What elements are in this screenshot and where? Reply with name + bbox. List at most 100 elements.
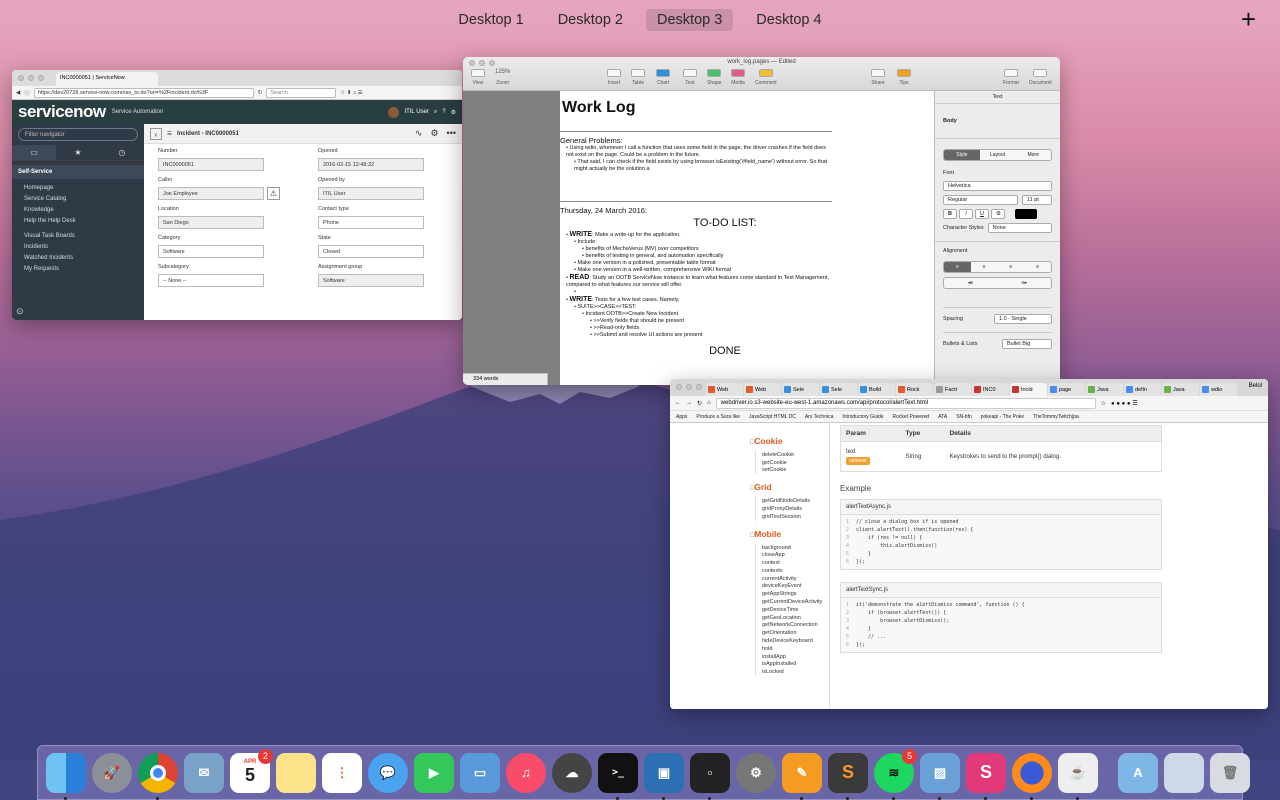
browser-tab[interactable]: page — [1048, 383, 1085, 396]
api-link[interactable]: hideDeviceKeyboard — [762, 637, 829, 645]
tab-style[interactable]: Style — [944, 150, 980, 160]
browser-tab[interactable]: Build — [858, 383, 895, 396]
align-center-icon[interactable]: ≡ — [970, 262, 998, 272]
bookmark[interactable]: TheTommyTwitch|pa — [1033, 414, 1079, 420]
contact-type-select[interactable]: Phone — [318, 216, 424, 229]
filter-navigator-input[interactable]: Filter navigator — [18, 128, 138, 141]
subcategory-select[interactable]: -- None -- — [158, 274, 264, 287]
servicenow-logo[interactable]: servicenow — [18, 102, 106, 122]
section-cookie[interactable]: Cookie — [750, 436, 829, 446]
back-button[interactable]: ‹ — [150, 127, 162, 140]
api-link[interactable]: deviceKeyEvent — [762, 583, 829, 591]
font-size-field[interactable]: 11 pt — [1022, 195, 1052, 205]
browser-tab[interactable]: Sele — [820, 383, 857, 396]
align-justify-icon[interactable]: ≡ — [1024, 262, 1051, 272]
api-link[interactable]: getCurrentDeviceActivity — [762, 598, 829, 606]
bookmark[interactable]: Ars Technica — [805, 414, 834, 420]
java-icon[interactable]: ☕ — [1058, 752, 1098, 800]
font-select[interactable]: Helvetica — [943, 181, 1052, 191]
calendar-icon[interactable]: APR 5 2 — [230, 748, 273, 793]
help-icon[interactable]: ? — [442, 109, 445, 115]
inspector-tab-text[interactable]: Text — [935, 91, 1060, 104]
user-menu[interactable]: ITIL User ⌕ ? ⚙ — [388, 106, 456, 118]
nav-item-my-requests[interactable]: My Requests — [12, 263, 144, 274]
desktop-1-tab[interactable]: Desktop 1 — [447, 9, 534, 31]
nav-item-watched-incidents[interactable]: Watched Incidents — [12, 252, 144, 263]
state-select[interactable]: Closed — [318, 245, 424, 258]
nav-item-homepage[interactable]: Homepage — [12, 182, 144, 193]
indent-icon[interactable]: ≡▸ — [997, 278, 1051, 288]
italic-button[interactable]: I — [959, 209, 973, 219]
tableflip-icon[interactable]: ▫ — [690, 752, 730, 800]
api-link[interactable]: gridTestSession — [762, 513, 829, 521]
underline-button[interactable]: U — [975, 209, 989, 219]
reminders-icon[interactable]: ⋮ — [322, 752, 362, 793]
notes-icon[interactable] — [276, 752, 316, 793]
favorites-icon[interactable]: ★ — [56, 145, 100, 160]
pages-window[interactable]: work_log.pages — Edited View 125% Zoom In… — [463, 57, 1060, 385]
api-link[interactable]: getAppStrings — [762, 590, 829, 598]
paragraph-style[interactable]: Body — [935, 104, 1060, 139]
system-preferences-icon[interactable]: ⚙ — [736, 752, 776, 793]
search-input[interactable]: Search — [266, 87, 337, 98]
font-weight-select[interactable]: Regular — [943, 195, 1018, 205]
search-icon[interactable]: ⌕ — [434, 109, 437, 116]
api-link[interactable]: closeApp — [762, 551, 829, 559]
home-icon[interactable]: ⌂ — [707, 400, 711, 406]
insert-button[interactable]: Insert — [607, 69, 621, 86]
desktop-3-tab[interactable]: Desktop 3 — [646, 9, 734, 31]
api-link[interactable]: isLocked — [762, 668, 829, 676]
window-controls[interactable] — [676, 384, 702, 390]
desktop-2-tab[interactable]: Desktop 2 — [547, 9, 634, 31]
bookmark[interactable]: SN-bfn — [956, 414, 972, 420]
nav-item-visual-task-boards[interactable]: Visual Task Boards — [12, 230, 144, 241]
outdent-icon[interactable]: ◂≡ — [944, 278, 998, 288]
browser-tab[interactable]: wdio — [1200, 383, 1237, 396]
nav-section-self-service[interactable]: Self-Service — [12, 165, 144, 179]
bullets-select[interactable]: Bullet Big — [1002, 339, 1052, 349]
more-icon[interactable]: ••• — [447, 128, 456, 139]
nav-item-incidents[interactable]: Incidents — [12, 241, 144, 252]
bullets-label[interactable]: Bullets & Lists — [943, 341, 978, 347]
star-icon[interactable]: ☆ — [1101, 400, 1106, 407]
api-link[interactable]: deleteCookie — [762, 451, 829, 459]
launchpad-icon[interactable]: 🚀 — [92, 752, 132, 793]
text-color-swatch[interactable] — [1015, 209, 1037, 219]
browser-tab[interactable]: Rock — [896, 383, 933, 396]
document-button[interactable]: Document — [1029, 69, 1052, 86]
trash-icon[interactable]: 🗑 — [1210, 752, 1250, 793]
browser-tab[interactable]: Java — [1086, 383, 1123, 396]
bookmark[interactable]: JavaScript HTML DC — [749, 414, 796, 420]
preview-icon[interactable]: ▨ — [920, 752, 960, 800]
zoom-button[interactable]: 125% Zoom — [495, 69, 510, 86]
api-link[interactable]: getCookie — [762, 459, 829, 467]
add-desktop-button[interactable]: + — [1241, 6, 1256, 32]
bookmark-apps[interactable]: Apps — [676, 414, 687, 420]
character-styles-select[interactable]: None — [987, 223, 1052, 233]
gear-icon[interactable]: ⚙ — [991, 209, 1005, 219]
virtualbox-icon[interactable]: ▣ — [644, 752, 684, 800]
keynote-icon[interactable]: ▭ — [460, 752, 500, 793]
api-link[interactable]: getOrientation — [762, 629, 829, 637]
activity-icon[interactable]: ∿ — [415, 128, 423, 139]
format-button[interactable]: Format — [1003, 69, 1019, 86]
gear-icon[interactable]: ⚙ — [451, 109, 456, 116]
api-link[interactable]: hold — [762, 645, 829, 653]
itunes-icon[interactable]: ♫ — [506, 752, 546, 793]
chrome-icon[interactable] — [138, 752, 178, 800]
category-select[interactable]: Software — [158, 245, 264, 258]
bookmark[interactable]: Rocket Powered — [893, 414, 930, 420]
messages-icon[interactable]: 💬 — [368, 752, 408, 793]
firefox-icon[interactable] — [1012, 752, 1052, 800]
browser-tab-active[interactable]: Incid — [1010, 383, 1047, 396]
servicenow-window[interactable]: INC0000051 | ServiceNow ◀ ⓘ https://dev2… — [12, 70, 462, 320]
browser-tab[interactable]: defin — [1124, 383, 1161, 396]
bookmark[interactable]: Introductory Guide — [842, 414, 883, 420]
api-link[interactable]: getGeoLocation — [762, 614, 829, 622]
tab-layout[interactable]: Layout — [979, 150, 1016, 160]
browser-tab[interactable]: INC0000051 | ServiceNow — [56, 72, 158, 86]
spotify-icon[interactable]: ≋ 5 — [874, 748, 917, 800]
sublime-text-icon[interactable]: S — [828, 752, 868, 800]
bold-button[interactable]: B — [943, 209, 957, 219]
document-page[interactable]: Work Log General Problems: • Using wdio,… — [560, 91, 934, 385]
